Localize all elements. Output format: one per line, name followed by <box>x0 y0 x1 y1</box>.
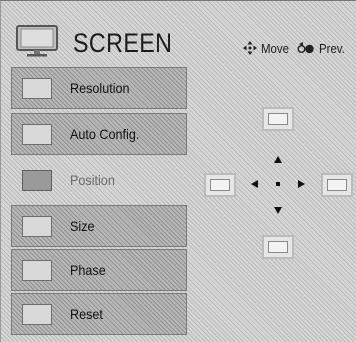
menu-item-label: Auto Config. <box>70 126 140 142</box>
menu-item-label: Reset <box>70 306 103 322</box>
menu-item-size[interactable]: Size <box>11 205 187 247</box>
size-icon <box>22 216 52 237</box>
position-left-indicator <box>204 173 236 197</box>
menu-item-label: Phase <box>70 262 106 278</box>
arrow-down-icon[interactable] <box>274 207 282 214</box>
move-hint: Move <box>243 39 293 57</box>
menu-item-label: Resolution <box>70 80 130 96</box>
prev-hint-label: Prev. <box>319 40 345 56</box>
center-dot-icon <box>276 182 280 186</box>
auto-config-icon <box>22 124 52 145</box>
resolution-icon <box>22 78 52 99</box>
arrow-up-icon[interactable] <box>274 156 282 163</box>
page-title: SCREEN <box>73 28 173 58</box>
dpad-icon <box>243 41 257 55</box>
reset-icon <box>22 304 52 325</box>
menu-item-resolution[interactable]: Resolution <box>11 67 187 109</box>
position-control <box>201 97 356 259</box>
header: SCREEN Move Prev. <box>1 1 356 65</box>
arrow-left-icon[interactable] <box>251 180 258 188</box>
return-icon <box>297 42 314 54</box>
menu-item-label: Size <box>70 218 95 234</box>
move-hint-label: Move <box>261 40 289 56</box>
menu-item-reset[interactable]: Reset <box>11 293 187 335</box>
phase-icon <box>22 260 52 281</box>
monitor-icon <box>16 25 58 57</box>
position-right-indicator <box>321 173 353 197</box>
position-icon <box>22 170 52 191</box>
menu-item-phase[interactable]: Phase <box>11 249 187 291</box>
screen-osd-panel: SCREEN Move Prev. Resolution Auto Config… <box>0 0 356 342</box>
menu-item-auto-config[interactable]: Auto Config. <box>11 113 187 155</box>
arrow-right-icon[interactable] <box>298 180 305 188</box>
position-down-indicator <box>262 235 294 259</box>
menu-item-label: Position <box>70 172 115 188</box>
prev-hint: Prev. <box>297 39 348 57</box>
position-up-indicator <box>262 107 294 131</box>
menu-item-position[interactable]: Position <box>11 159 187 201</box>
